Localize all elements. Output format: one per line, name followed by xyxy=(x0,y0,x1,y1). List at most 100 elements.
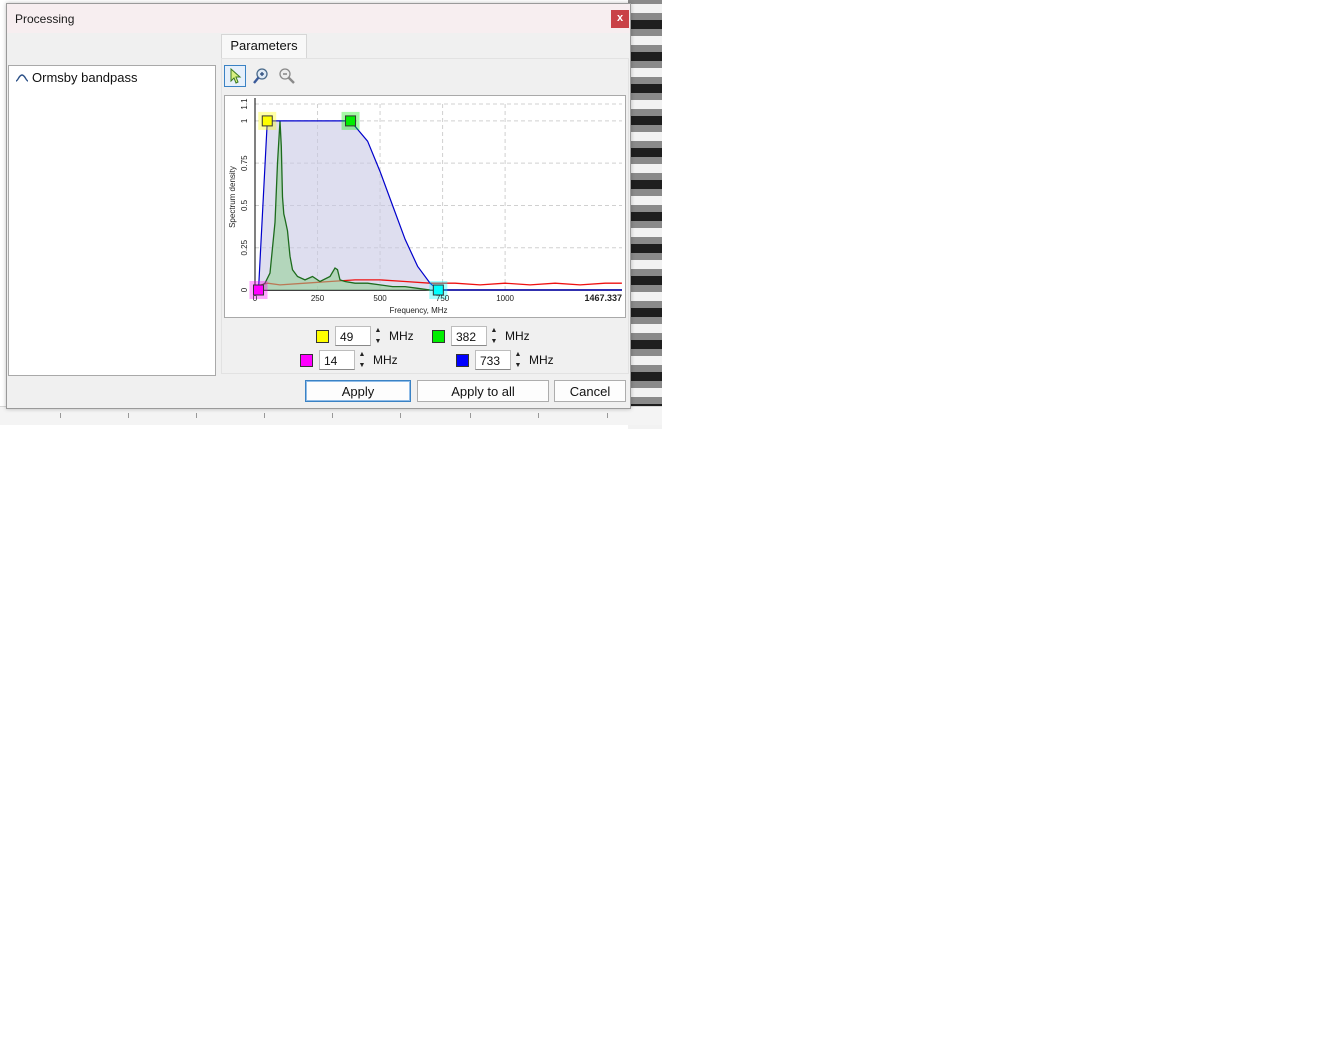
yellow-marker-swatch xyxy=(316,329,329,343)
marker-handle xyxy=(345,115,357,127)
background-stripe xyxy=(628,324,662,333)
apply-to-all-button[interactable]: Apply to all xyxy=(417,380,549,402)
background-stripe xyxy=(628,292,662,301)
green-marker-swatch xyxy=(432,329,445,343)
processing-dialog: Processing x Ormsby bandpass Parameters xyxy=(6,3,631,409)
low-pass-start-input[interactable]: 49 xyxy=(335,326,371,346)
spectrum-chart[interactable]: 0 250 500 750 1000 1467.337 0 0.25 0.5 0.75 1 1.1 Fr… xyxy=(224,95,626,318)
x-tick-label: 500 xyxy=(373,294,387,303)
background-stripe xyxy=(628,244,662,253)
y-tick-label: 0.5 xyxy=(240,199,249,211)
background-stripe xyxy=(628,228,662,237)
x-tick-label: 1000 xyxy=(496,294,514,303)
x-max-label: 1467.337 xyxy=(584,293,622,303)
background-tick xyxy=(538,413,539,418)
pointer-icon xyxy=(230,68,242,84)
window-title: Processing xyxy=(15,12,75,26)
list-item-label: Ormsby bandpass xyxy=(32,70,138,85)
y-tick-label: 0 xyxy=(240,287,249,292)
background-stripe xyxy=(628,148,662,157)
spin-down-icon[interactable]: ▼ xyxy=(489,337,499,346)
background-waveform-strip xyxy=(628,0,662,429)
param-row-top-right: 382 ▲ ▼ MHz xyxy=(432,325,530,347)
background-stripe xyxy=(628,276,662,285)
background-tick xyxy=(128,413,129,418)
parameters-panel: 0 250 500 750 1000 1467.337 0 0.25 0.5 0.75 1 1.1 Fr… xyxy=(221,58,629,374)
list-item-ormsby-bandpass[interactable]: Ormsby bandpass xyxy=(15,70,138,85)
unit-label: MHz xyxy=(373,353,398,367)
unit-label: MHz xyxy=(505,329,530,343)
y-tick-label: 0.25 xyxy=(240,239,249,255)
tab-parameters[interactable]: Parameters xyxy=(221,34,307,59)
low-pass-start-stepper[interactable]: ▲ ▼ xyxy=(373,326,383,346)
background-tick xyxy=(470,413,471,418)
low-cut-stepper[interactable]: ▲ ▼ xyxy=(357,350,367,370)
high-pass-start-stepper[interactable]: ▲ ▼ xyxy=(489,326,499,346)
zoom-out-button[interactable] xyxy=(276,65,298,87)
high-cut-stepper[interactable]: ▲ ▼ xyxy=(513,350,523,370)
filter-list[interactable]: Ormsby bandpass xyxy=(8,65,216,376)
background-stripe xyxy=(628,20,662,29)
background-tick xyxy=(332,413,333,418)
zoom-in-button[interactable] xyxy=(250,65,272,87)
background-stripe xyxy=(628,308,662,317)
y-tick-label: 1.1 xyxy=(240,98,249,110)
x-tick-label: 750 xyxy=(436,294,450,303)
unit-label: MHz xyxy=(389,329,414,343)
background-tick xyxy=(400,413,401,418)
background-stripe xyxy=(628,164,662,173)
high-cut-input[interactable]: 733 xyxy=(475,350,511,370)
background-stripe xyxy=(628,68,662,77)
background-tick xyxy=(196,413,197,418)
param-row-bottom-right: 733 ▲ ▼ MHz xyxy=(456,349,554,371)
background-stripe xyxy=(628,180,662,189)
cancel-button[interactable]: Cancel xyxy=(554,380,626,402)
zoom-in-icon xyxy=(253,68,268,84)
background-tick xyxy=(264,413,265,418)
background-stripe xyxy=(628,4,662,13)
background-stripe xyxy=(628,196,662,205)
background-stripe xyxy=(628,388,662,397)
background-stripe xyxy=(628,84,662,93)
bandpass-wave-icon xyxy=(15,73,29,82)
y-axis-title: Spectrum density xyxy=(228,166,237,228)
pointer-tool-button[interactable] xyxy=(224,65,246,87)
spin-up-icon[interactable]: ▲ xyxy=(513,350,523,359)
background-stripe xyxy=(628,36,662,45)
background-stripe xyxy=(628,132,662,141)
x-tick-label: 0 xyxy=(253,294,258,303)
x-tick-label: 250 xyxy=(311,294,325,303)
background-tick xyxy=(60,413,61,418)
background-stripe xyxy=(628,116,662,125)
title-bar[interactable]: Processing x xyxy=(7,4,630,33)
spin-up-icon[interactable]: ▲ xyxy=(489,326,499,335)
background-stripe xyxy=(628,372,662,381)
spin-up-icon[interactable]: ▲ xyxy=(357,350,367,359)
unit-label: MHz xyxy=(529,353,554,367)
spectrum-chart-svg: 0 250 500 750 1000 1467.337 0 0.25 0.5 0.75 1 1.1 Fr… xyxy=(228,98,622,315)
background-stripe xyxy=(628,212,662,221)
background-stripe xyxy=(628,100,662,109)
y-tick-label: 1 xyxy=(240,118,249,123)
marker-handle xyxy=(261,115,273,127)
y-tick-label: 0.75 xyxy=(240,155,249,171)
low-cut-input[interactable]: 14 xyxy=(319,350,355,370)
background-tick xyxy=(607,413,608,418)
magenta-marker-swatch xyxy=(300,353,313,367)
x-axis-title: Frequency, MHz xyxy=(389,306,447,315)
background-stripe xyxy=(628,356,662,365)
spin-down-icon[interactable]: ▼ xyxy=(513,361,523,370)
blue-marker-swatch xyxy=(456,353,469,367)
high-pass-start-input[interactable]: 382 xyxy=(451,326,487,346)
spin-down-icon[interactable]: ▼ xyxy=(373,337,383,346)
spin-up-icon[interactable]: ▲ xyxy=(373,326,383,335)
background-stripe xyxy=(628,340,662,349)
zoom-out-icon xyxy=(279,68,295,84)
param-row-top-left: 49 ▲ ▼ MHz xyxy=(316,325,414,347)
apply-button[interactable]: Apply xyxy=(305,380,411,402)
spin-down-icon[interactable]: ▼ xyxy=(357,361,367,370)
close-button[interactable]: x xyxy=(611,10,629,28)
param-row-bottom-left: 14 ▲ ▼ MHz xyxy=(300,349,398,371)
background-stripe xyxy=(628,52,662,61)
background-stripe xyxy=(628,260,662,269)
